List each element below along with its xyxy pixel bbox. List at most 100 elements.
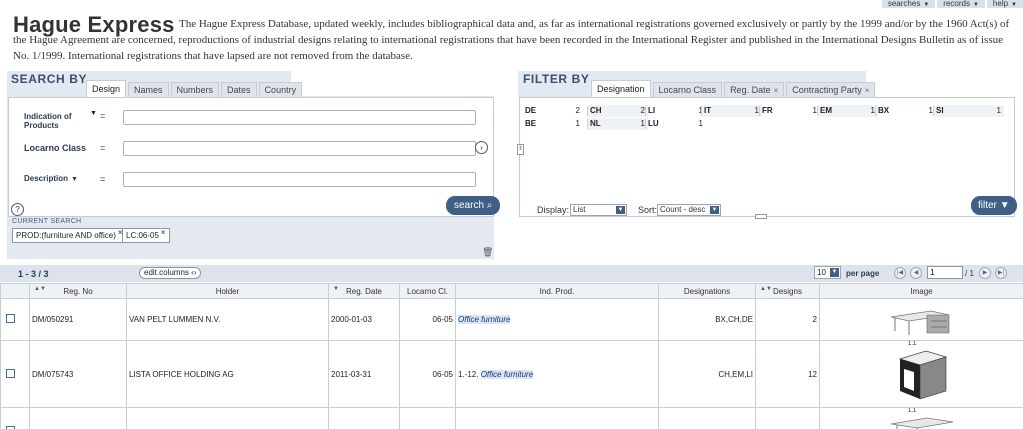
trash-icon[interactable]: 🗑 bbox=[482, 247, 493, 258]
field-label-description: Description ▼ bbox=[24, 174, 78, 183]
last-page-icon[interactable]: ▶| bbox=[995, 267, 1007, 279]
image-caption: 1.1 bbox=[908, 408, 917, 415]
tab-names[interactable]: Names bbox=[128, 82, 169, 98]
help-icon[interactable]: ? bbox=[11, 203, 24, 216]
splitter-handle[interactable]: ‖ bbox=[517, 144, 524, 155]
field-label-indication-of-products: Indication of Products bbox=[24, 112, 72, 130]
filter-value-em[interactable]: EM 1 bbox=[818, 105, 878, 117]
locarno-cell: 06-05 bbox=[399, 340, 456, 408]
filter-button[interactable]: filter ▼ bbox=[971, 196, 1017, 215]
tab-designation[interactable]: Designation bbox=[591, 80, 651, 98]
description-input[interactable] bbox=[123, 172, 476, 187]
top-nav: searches ▼ records ▼ help ▼ bbox=[881, 0, 1023, 8]
splitter-handle[interactable] bbox=[755, 214, 767, 219]
designs-cell: 12 bbox=[755, 340, 820, 408]
reg-no-cell[interactable]: DM/050291 bbox=[29, 298, 127, 341]
field-label-locarno-class: Locarno Class bbox=[24, 143, 87, 153]
table-row[interactable]: DM/050291 VAN PELT LUMMEN N.V. 2000-01-0… bbox=[0, 298, 1023, 341]
indication-of-products-input[interactable] bbox=[123, 110, 476, 125]
filter-divider bbox=[645, 106, 646, 116]
column-header-ind-prod[interactable]: Ind. Prod. bbox=[455, 283, 659, 299]
column-header-designations[interactable]: Designations bbox=[658, 283, 756, 299]
reg-no-cell[interactable]: DM/075743 bbox=[29, 340, 127, 408]
table-row[interactable]: 1.1 bbox=[0, 407, 1023, 429]
column-header-locarno[interactable]: Locarno Cl. bbox=[399, 283, 456, 299]
filter-value-ch[interactable]: CH 2 bbox=[588, 105, 648, 117]
row-checkbox[interactable] bbox=[6, 368, 15, 378]
display-select[interactable]: List ▼ bbox=[570, 204, 627, 216]
tab-numbers[interactable]: Numbers bbox=[170, 82, 220, 98]
image-cell[interactable]: 1.1 bbox=[819, 407, 1023, 429]
results-count: 1 - 3 / 3 bbox=[18, 269, 49, 279]
reg-no-cell[interactable] bbox=[29, 407, 127, 429]
tab-reg-date[interactable]: Reg. Date × bbox=[724, 82, 785, 98]
search-form: Indication of Products ▼ = Locarno Class… bbox=[8, 97, 494, 217]
column-header-reg-no[interactable]: ▲▼ Reg. No bbox=[29, 283, 127, 299]
chevron-down-icon[interactable]: ▼ bbox=[71, 176, 78, 183]
reg-date-cell bbox=[328, 407, 400, 429]
page-number-input[interactable] bbox=[927, 266, 963, 279]
filter-value-fr[interactable]: FR 1 bbox=[760, 105, 820, 117]
filter-value-nl[interactable]: NL 1 bbox=[588, 118, 648, 130]
filter-value-bx[interactable]: BX 1 bbox=[876, 105, 936, 117]
close-icon[interactable]: × bbox=[774, 86, 779, 95]
tab-design[interactable]: Design bbox=[86, 80, 127, 98]
column-header-image[interactable]: Image bbox=[819, 283, 1023, 299]
edit-columns-button[interactable]: edit.columns ‹› bbox=[139, 267, 202, 279]
locarno-class-input[interactable] bbox=[123, 141, 476, 156]
column-header-reg-date[interactable]: ▼ Reg. Date bbox=[328, 283, 400, 299]
tab-dates[interactable]: Dates bbox=[221, 82, 257, 98]
filter-value-lu[interactable]: LU 1 bbox=[646, 118, 706, 130]
first-page-icon[interactable]: |◀ bbox=[894, 267, 906, 279]
nav-help[interactable]: help ▼ bbox=[986, 0, 1023, 8]
nav-records[interactable]: records ▼ bbox=[937, 0, 985, 8]
image-caption: 1.1 bbox=[908, 341, 917, 348]
filter-value-si[interactable]: SI 1 bbox=[934, 105, 1004, 117]
image-cell[interactable] bbox=[819, 298, 1023, 341]
designs-cell bbox=[755, 407, 820, 429]
filter-code: FR bbox=[762, 106, 773, 115]
sort-select[interactable]: Count - desc ▼ bbox=[657, 204, 721, 216]
tab-country[interactable]: Country bbox=[258, 82, 303, 98]
filter-value-de[interactable]: DE 2 bbox=[523, 105, 583, 117]
funnel-icon: ▼ bbox=[999, 200, 1010, 211]
row-checkbox[interactable] bbox=[6, 314, 15, 323]
next-page-icon[interactable]: ▶ bbox=[979, 267, 991, 279]
search-button[interactable]: search ⌕ bbox=[446, 196, 501, 215]
designations-cell: BX,CH,DE bbox=[658, 298, 756, 341]
prev-page-icon[interactable]: ◀ bbox=[910, 267, 922, 279]
filter-value-it[interactable]: IT 1 bbox=[702, 105, 762, 117]
arrow-right-icon[interactable]: › bbox=[475, 141, 488, 154]
filter-divider bbox=[933, 106, 934, 116]
tab-contracting-party[interactable]: Contracting Party × bbox=[786, 82, 876, 98]
chevron-down-icon: ▼ bbox=[1011, 2, 1017, 8]
column-header-holder[interactable]: Holder bbox=[126, 283, 329, 299]
image-cell[interactable]: 1.1 bbox=[819, 340, 1023, 408]
per-page-select[interactable]: 10 ▼ bbox=[814, 266, 841, 279]
search-chip[interactable]: LC:06-05 × bbox=[122, 228, 170, 243]
design-image[interactable] bbox=[887, 303, 957, 337]
filter-code: IT bbox=[704, 106, 712, 115]
table-row[interactable]: DM/075743 LISTA OFFICE HOLDING AG 2011-0… bbox=[0, 340, 1023, 408]
search-chip[interactable]: PROD:(furniture AND office) × bbox=[12, 228, 127, 243]
locarno-cell bbox=[399, 407, 456, 429]
close-icon[interactable]: × bbox=[865, 86, 870, 95]
design-image[interactable] bbox=[887, 414, 957, 429]
design-image[interactable] bbox=[892, 345, 952, 403]
nav-searches[interactable]: searches ▼ bbox=[881, 0, 936, 8]
sort-desc-icon: ▼ bbox=[333, 286, 339, 292]
ind-prod-cell: Office furniture bbox=[455, 298, 659, 341]
filter-panel-heading: FILTER BY bbox=[523, 72, 590, 86]
close-icon[interactable]: × bbox=[161, 228, 166, 237]
display-label: Display: bbox=[537, 205, 570, 215]
holder-cell: VAN PELT LUMMEN N.V. bbox=[126, 298, 329, 341]
table-header-row: ▲▼ Reg. No Holder ▼ Reg. Date Locarno Cl. … bbox=[0, 283, 1023, 299]
filter-value-be[interactable]: BE 1 bbox=[523, 118, 583, 130]
filter-value-li[interactable]: LI1 bbox=[646, 105, 706, 117]
designations-cell bbox=[658, 407, 756, 429]
chevron-down-icon[interactable]: ▼ bbox=[90, 110, 97, 117]
tab-locarno-class[interactable]: Locarno Class bbox=[652, 82, 723, 98]
field-operator: = bbox=[100, 143, 106, 153]
filter-divider bbox=[701, 106, 702, 116]
column-header-designs[interactable]: ▲▼ Designs bbox=[755, 283, 820, 299]
